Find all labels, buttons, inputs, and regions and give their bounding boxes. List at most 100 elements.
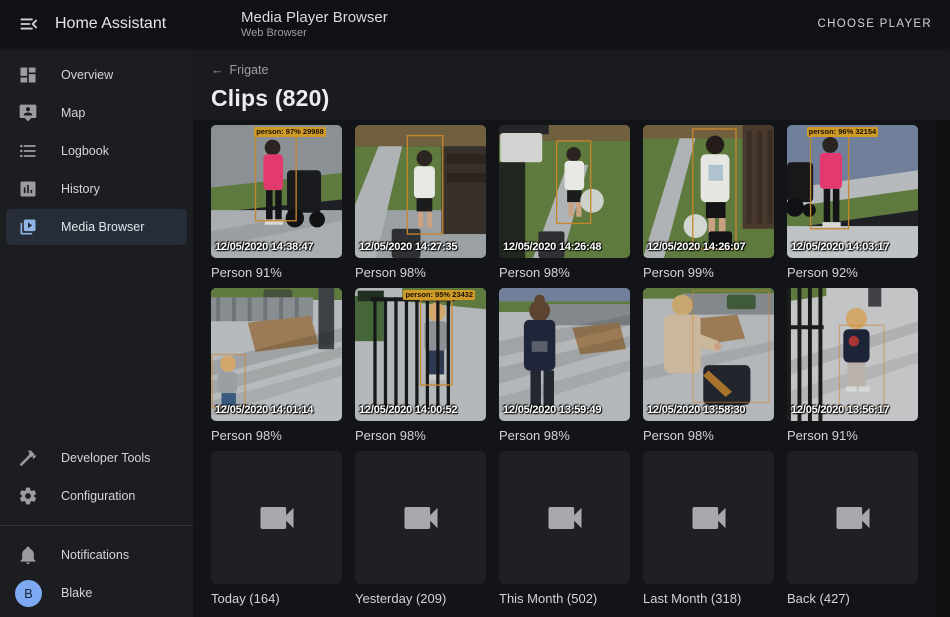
clip-timestamp: 12/05/2020 14:00:52: [359, 404, 457, 416]
clip-timestamp: 12/05/2020 13:56:17: [791, 404, 889, 416]
clip-timestamp: 12/05/2020 14:03:17: [791, 241, 889, 253]
back-arrow-icon: ←: [211, 63, 224, 77]
video-icon: [255, 496, 299, 540]
clip-caption: Person 99%: [643, 265, 774, 280]
clip-scene: [355, 125, 486, 258]
sidebar-item-configuration[interactable]: Configuration: [6, 478, 187, 514]
sidebar-toggle-button[interactable]: [17, 12, 41, 36]
folder-label: This Month (502): [499, 591, 630, 606]
clip-scene: [643, 125, 774, 258]
clip-scene: [211, 125, 342, 258]
clip-thumbnail: 12/05/2020 13:56:17: [787, 288, 918, 421]
folder-item-this-month-502-[interactable]: This Month (502): [499, 451, 630, 606]
clips-content: person: 97% 2998812/05/2020 14:38:47Pers…: [193, 120, 950, 617]
clip-item[interactable]: 12/05/2020 14:26:07 Person 99%: [643, 125, 774, 280]
tooltip-account-icon-wrap: [17, 102, 39, 124]
clips-grid: person: 97% 2998812/05/2020 14:38:47Pers…: [193, 120, 950, 606]
folder-item-last-month-318-[interactable]: Last Month (318): [643, 451, 774, 606]
sidebar-item-media-browser[interactable]: Media Browser: [6, 209, 187, 245]
sidebar-item-label: Logbook: [61, 144, 109, 158]
folder-label: Today (164): [211, 591, 342, 606]
clip-caption: Person 98%: [643, 428, 774, 443]
clip-item[interactable]: 12/05/2020 13:58:30 Person 98%: [643, 288, 774, 443]
folder-item-today-164-[interactable]: Today (164): [211, 451, 342, 606]
clip-caption: Person 98%: [355, 265, 486, 280]
sidebar-item-developer-tools[interactable]: Developer Tools: [6, 440, 187, 476]
clip-item[interactable]: 12/05/2020 13:56:17 Person 91%: [787, 288, 918, 443]
media-header: Media Player Browser Web Browser CHOOSE …: [193, 0, 950, 48]
back-label: Frigate: [230, 63, 269, 77]
sidebar-user-profile[interactable]: B Blake: [6, 575, 187, 611]
play-box-multiple-icon: [18, 217, 38, 237]
choose-player-button[interactable]: CHOOSE PLAYER: [818, 18, 932, 30]
clip-thumbnail: person: 95% 2343212/05/2020 14:00:52: [355, 288, 486, 421]
clip-scene: [787, 288, 918, 421]
folder-item-yesterday-209-[interactable]: Yesterday (209): [355, 451, 486, 606]
page-titles: Media Player Browser Web Browser: [241, 9, 388, 40]
clip-scene: [787, 125, 918, 258]
sidebar-item-logbook[interactable]: Logbook: [6, 133, 187, 169]
main-panel: ← Frigate Clips (820) person: 97% 299881…: [193, 48, 950, 617]
clip-item[interactable]: 12/05/2020 14:26:48Person 98%: [499, 125, 630, 280]
sidebar: Overview Map Logbook History Media Browser De…: [0, 48, 193, 617]
folder-thumbnail: [787, 451, 918, 584]
app-header: Home Assistant Media Player Browser Web …: [0, 0, 950, 48]
clip-timestamp: 12/05/2020 14:38:47: [215, 241, 313, 253]
folder-thumbnail: [211, 451, 342, 584]
clip-item[interactable]: 12/05/2020 14:01:14 Person 98%: [211, 288, 342, 443]
sidebar-item-map[interactable]: Map: [6, 95, 187, 131]
sidebar-item-label: Developer Tools: [61, 451, 150, 465]
clip-item[interactable]: person: 97% 2998812/05/2020 14:38:47Pers…: [211, 125, 342, 280]
user-name: Blake: [61, 586, 92, 600]
clip-item[interactable]: 12/05/2020 14:27:35 Person 98%: [355, 125, 486, 280]
folder-thumbnail: [643, 451, 774, 584]
folder-label: Back (427): [787, 591, 918, 606]
scrollbar[interactable]: [936, 120, 950, 617]
browser-header: ← Frigate Clips (820): [193, 48, 950, 123]
clip-thumbnail: 12/05/2020 14:26:48: [499, 125, 630, 258]
clip-item[interactable]: person: 95% 2343212/05/2020 14:00:52Pers…: [355, 288, 486, 443]
clip-timestamp: 12/05/2020 13:59:49: [503, 404, 601, 416]
clip-caption: Person 98%: [499, 428, 630, 443]
clip-timestamp: 12/05/2020 14:26:48: [503, 241, 601, 253]
back-link[interactable]: ← Frigate: [211, 63, 268, 77]
bell-icon: [18, 545, 38, 565]
clip-timestamp: 12/05/2020 14:26:07: [647, 241, 745, 253]
video-icon: [687, 496, 731, 540]
clip-caption: Person 91%: [211, 265, 342, 280]
clip-thumbnail: 12/05/2020 14:27:35: [355, 125, 486, 258]
clip-item[interactable]: person: 96% 3215412/05/2020 14:03:17Pers…: [787, 125, 918, 280]
chart-box-icon: [18, 179, 38, 199]
video-icon: [399, 496, 443, 540]
sidebar-item-label: History: [61, 182, 100, 196]
folder-thumbnail: [355, 451, 486, 584]
clip-timestamp: 12/05/2020 14:01:14: [215, 404, 313, 416]
sidebar-item-notifications[interactable]: Notifications: [6, 537, 187, 573]
format-list-bulleted-icon: [18, 141, 38, 161]
avatar: B: [15, 580, 42, 607]
clip-scene: [643, 288, 774, 421]
play-box-multiple-icon-wrap: [17, 216, 39, 238]
clip-thumbnail: 12/05/2020 13:58:30: [643, 288, 774, 421]
clip-caption: Person 91%: [787, 428, 918, 443]
sidebar-item-label: Map: [61, 106, 85, 120]
format-list-bulleted-icon-wrap: [17, 140, 39, 162]
clip-timestamp: 12/05/2020 13:58:30: [647, 404, 745, 416]
hammer-icon-wrap: [17, 447, 39, 469]
folder-label: Yesterday (209): [355, 591, 486, 606]
sidebar-item-overview[interactable]: Overview: [6, 57, 187, 93]
clip-scene: [211, 288, 342, 421]
clip-item[interactable]: 12/05/2020 13:59:49 Person 98%: [499, 288, 630, 443]
sidebar-item-history[interactable]: History: [6, 171, 187, 207]
clip-thumbnail: 12/05/2020 14:01:14: [211, 288, 342, 421]
clip-thumbnail: person: 96% 32154 12/05/2020 14:03:17: [787, 125, 918, 258]
sidebar-divider: [0, 525, 193, 526]
detection-label: person: 96% 32154: [807, 127, 879, 137]
folder-item-back-427-[interactable]: Back (427): [787, 451, 918, 606]
clip-timestamp: 12/05/2020 14:27:35: [359, 241, 457, 253]
tooltip-account-icon: [18, 103, 38, 123]
page-subtitle: Web Browser: [241, 27, 388, 40]
clip-caption: Person 98%: [211, 428, 342, 443]
sidebar-item-label: Configuration: [61, 489, 135, 503]
cog-icon-wrap: [17, 485, 39, 507]
